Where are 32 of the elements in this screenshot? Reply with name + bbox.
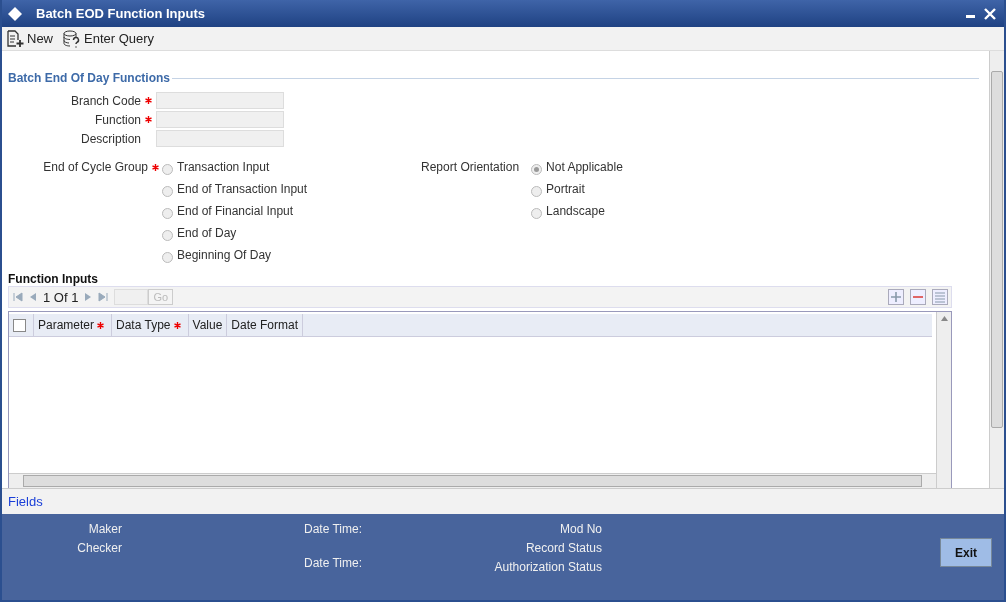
- radio-option[interactable]: Portrait: [531, 182, 623, 204]
- field-label: Function: [93, 112, 142, 127]
- page-indicator: 1 Of 1: [43, 289, 79, 305]
- radio-option[interactable]: Landscape: [531, 204, 623, 226]
- authorization-status-label: Authorization Status: [493, 559, 602, 576]
- checker-label: Checker: [76, 540, 122, 557]
- maker-label: Maker: [87, 521, 122, 538]
- column-header: Date Format: [231, 318, 298, 332]
- date-time-label: Date Time:: [302, 555, 362, 572]
- mod-no-label: Mod No: [558, 521, 602, 538]
- radio-option[interactable]: End of Financial Input: [162, 204, 308, 226]
- column-header: Value: [192, 318, 223, 332]
- radio-option[interactable]: Beginning Of Day: [162, 248, 308, 270]
- new-button[interactable]: New: [4, 29, 55, 48]
- radio-option[interactable]: End of Transaction Input: [162, 182, 308, 204]
- window-title: Batch EOD Function Inputs: [36, 6, 205, 21]
- field-label: Report Orientation: [420, 160, 521, 174]
- fields-link[interactable]: Fields: [8, 494, 43, 509]
- enter-query-button[interactable]: Enter Query: [61, 29, 157, 48]
- radio-option[interactable]: Transaction Input: [162, 160, 308, 182]
- field-label: Branch Code: [69, 93, 142, 108]
- date-time-label: Date Time:: [302, 521, 362, 538]
- radio-option[interactable]: Not Applicable: [531, 160, 623, 182]
- exit-button[interactable]: Exit: [940, 538, 992, 567]
- column-header: Parameter: [38, 318, 95, 332]
- field-label: End of Cycle Group: [42, 160, 149, 174]
- grid-title: Function Inputs: [8, 272, 99, 286]
- field-label: Description: [79, 131, 142, 146]
- column-header: Data Type: [116, 318, 171, 332]
- record-status-label: Record Status: [524, 540, 602, 557]
- section-title: Batch End Of Day Functions: [8, 71, 170, 85]
- radio-option[interactable]: End of Day: [162, 226, 308, 248]
